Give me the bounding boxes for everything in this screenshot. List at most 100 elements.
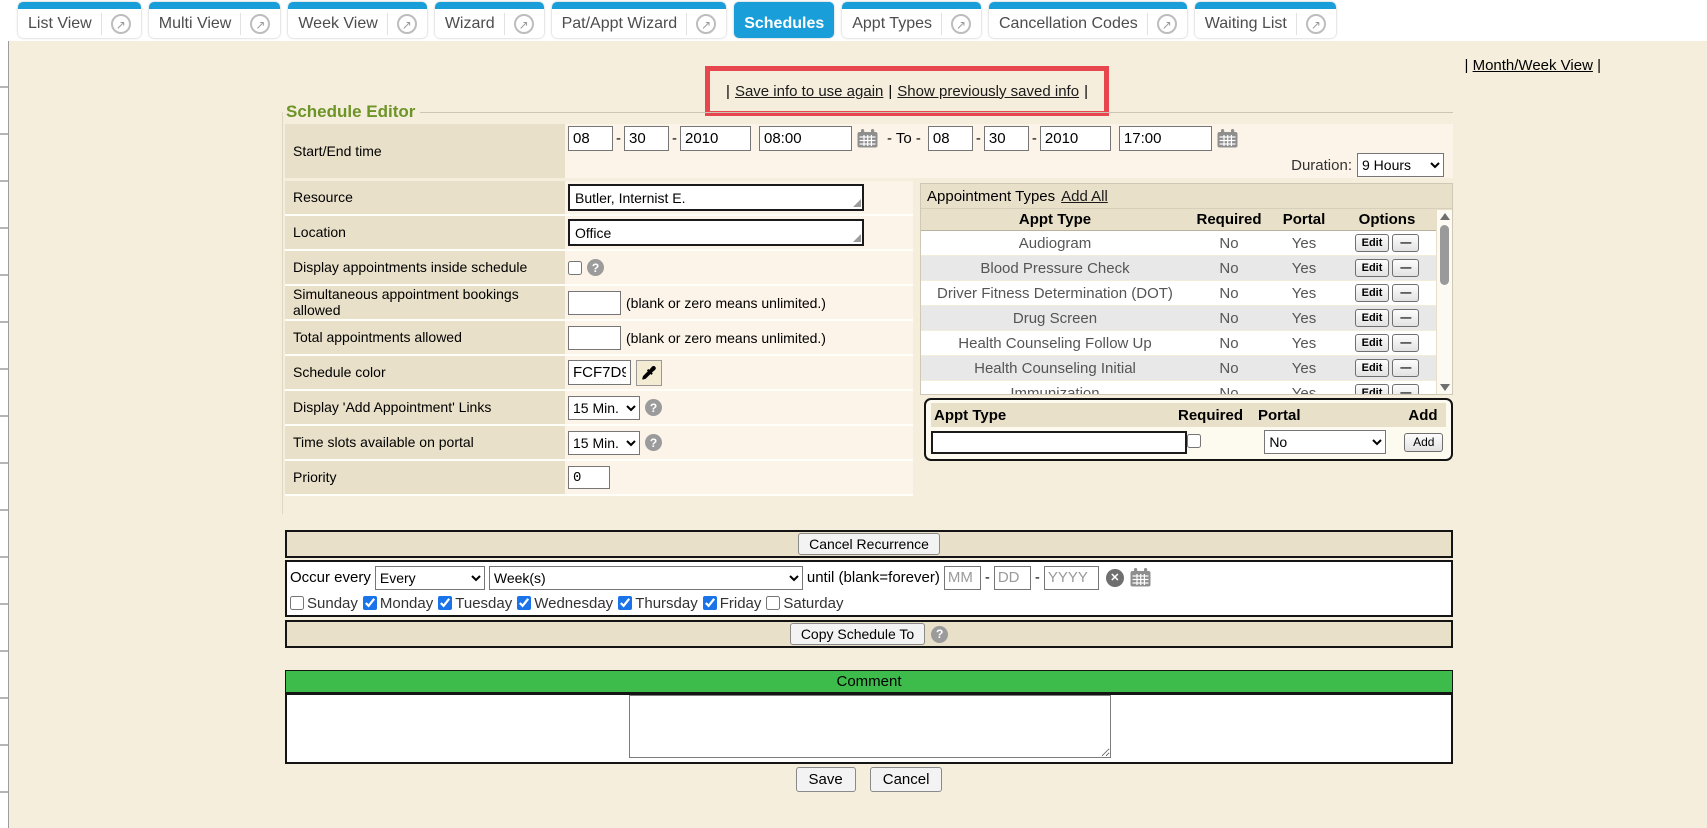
tab-waiting-list[interactable]: Waiting List ↗ xyxy=(1195,2,1336,38)
tab-list-view[interactable]: List View ↗ xyxy=(18,2,141,38)
remove-button[interactable]: — xyxy=(1392,359,1419,377)
tab-week-view[interactable]: Week View ↗ xyxy=(288,2,426,38)
until-calendar-button[interactable] xyxy=(1128,568,1153,587)
weekday-checkbox[interactable] xyxy=(766,596,780,610)
start-calendar-button[interactable] xyxy=(855,129,880,148)
start-day-input[interactable] xyxy=(624,126,669,151)
resource-input[interactable] xyxy=(568,184,864,211)
save-button[interactable]: Save xyxy=(796,767,856,792)
tab-schedules[interactable]: Schedules ↗ xyxy=(734,2,834,38)
tab-external-icon[interactable]: ↗ xyxy=(951,14,971,34)
new-appt-portal-select[interactable]: No xyxy=(1264,430,1386,454)
end-time-input[interactable] xyxy=(1119,126,1212,151)
day-label: Monday xyxy=(380,595,433,612)
time-slots-label: Time slots available on portal xyxy=(285,426,565,459)
until-year-input[interactable] xyxy=(1044,566,1099,590)
start-year-input[interactable] xyxy=(680,126,751,151)
location-input[interactable] xyxy=(568,219,864,246)
start-month-input[interactable] xyxy=(568,126,613,151)
show-saved-info-link[interactable]: Show previously saved info xyxy=(897,83,1079,100)
occur-frequency-select[interactable]: Every xyxy=(375,566,485,590)
day-label: Tuesday xyxy=(455,595,512,612)
end-day-input[interactable] xyxy=(984,126,1029,151)
help-icon[interactable]: ? xyxy=(587,259,604,276)
month-week-view-link[interactable]: Month/Week View xyxy=(1473,57,1593,74)
until-month-input[interactable] xyxy=(944,566,981,590)
help-icon[interactable]: ? xyxy=(931,626,948,643)
edit-button[interactable]: Edit xyxy=(1355,334,1390,352)
new-appt-type-input[interactable] xyxy=(931,431,1187,454)
weekday-checkbox[interactable] xyxy=(517,596,531,610)
end-year-input[interactable] xyxy=(1040,126,1111,151)
new-appt-required-checkbox[interactable] xyxy=(1187,434,1201,448)
day-label: Sunday xyxy=(307,595,358,612)
tab-external-icon[interactable]: ↗ xyxy=(1157,14,1177,34)
until-day-input[interactable] xyxy=(994,566,1031,590)
edit-button[interactable]: Edit xyxy=(1355,234,1390,252)
total-appts-input[interactable] xyxy=(568,326,621,350)
copy-schedule-button[interactable]: Copy Schedule To xyxy=(790,623,925,645)
weekday-checkbox[interactable] xyxy=(290,596,304,610)
remove-button[interactable]: — xyxy=(1392,384,1419,395)
weekday-checkbox[interactable] xyxy=(438,596,452,610)
end-calendar-button[interactable] xyxy=(1215,129,1240,148)
display-appts-label: Display appointments inside schedule xyxy=(285,251,565,284)
scroll-up-arrow-icon[interactable] xyxy=(1440,213,1450,220)
day-label: Thursday xyxy=(635,595,698,612)
comment-textarea[interactable] xyxy=(629,695,1111,758)
tab-pat-appt-wizard[interactable]: Pat/Appt Wizard ↗ xyxy=(552,2,727,38)
schedule-color-input[interactable] xyxy=(568,360,631,385)
help-icon[interactable]: ? xyxy=(645,434,662,451)
add-appt-links-select[interactable]: 15 Min. xyxy=(568,396,640,420)
edit-button[interactable]: Edit xyxy=(1355,359,1390,377)
legend-line xyxy=(420,112,1453,113)
remove-button[interactable]: — xyxy=(1392,259,1419,277)
time-slots-select[interactable]: 15 Min. xyxy=(568,431,640,455)
tab-external-icon[interactable]: ↗ xyxy=(514,14,534,34)
cancel-recurrence-button[interactable]: Cancel Recurrence xyxy=(798,533,940,555)
end-month-input[interactable] xyxy=(928,126,973,151)
tab-external-icon[interactable]: ↗ xyxy=(250,14,270,34)
scroll-down-arrow-icon[interactable] xyxy=(1440,384,1450,391)
remove-button[interactable]: — xyxy=(1392,334,1419,352)
tab-external-icon[interactable]: ↗ xyxy=(397,14,417,34)
remove-button[interactable]: — xyxy=(1392,234,1419,252)
occur-unit-select[interactable]: Week(s) xyxy=(489,566,803,590)
display-appts-checkbox[interactable] xyxy=(568,261,582,275)
edit-button[interactable]: Edit xyxy=(1355,284,1390,302)
until-label: until (blank=forever) xyxy=(807,569,940,586)
edit-button[interactable]: Edit xyxy=(1355,259,1390,277)
edit-button[interactable]: Edit xyxy=(1355,309,1390,327)
scrollbar-thumb[interactable] xyxy=(1440,225,1449,285)
remove-button[interactable]: — xyxy=(1392,309,1419,327)
color-picker-button[interactable] xyxy=(636,360,662,386)
remove-button[interactable]: — xyxy=(1392,284,1419,302)
priority-row: Priority xyxy=(285,461,913,496)
tab-cancellation-codes[interactable]: Cancellation Codes ↗ xyxy=(989,2,1187,38)
tab-appt-types[interactable]: Appt Types ↗ xyxy=(842,2,981,38)
tab-multi-view[interactable]: Multi View ↗ xyxy=(149,2,281,38)
tab-label: Week View xyxy=(298,15,377,33)
edit-button[interactable]: Edit xyxy=(1355,384,1390,395)
weekday-checkbox[interactable] xyxy=(618,596,632,610)
save-info-link[interactable]: Save info to use again xyxy=(735,83,883,100)
tab-external-icon[interactable]: ↗ xyxy=(111,14,131,34)
duration-label: Duration: xyxy=(1291,157,1352,174)
help-icon[interactable]: ? xyxy=(645,399,662,416)
appt-scrollbar[interactable] xyxy=(1436,210,1452,394)
simultaneous-input[interactable] xyxy=(568,291,621,315)
weekday-checkbox[interactable] xyxy=(703,596,717,610)
tab-wizard[interactable]: Wizard ↗ xyxy=(435,2,544,38)
appt-type-name: Health Counseling Initial xyxy=(921,360,1189,377)
tab-external-icon[interactable]: ↗ xyxy=(696,14,716,34)
tab-external-icon[interactable]: ↗ xyxy=(1306,14,1326,34)
start-time-input[interactable] xyxy=(759,126,852,151)
duration-select[interactable]: 9 Hours xyxy=(1357,153,1444,177)
add-all-link[interactable]: Add All xyxy=(1061,188,1108,205)
appt-table-header: Appt Type Required Portal Options xyxy=(921,209,1452,231)
cancel-button[interactable]: Cancel xyxy=(870,767,943,792)
weekday-checkbox[interactable] xyxy=(363,596,377,610)
priority-input[interactable] xyxy=(568,466,610,489)
add-appt-type-button[interactable]: Add xyxy=(1404,433,1443,452)
clear-date-icon[interactable]: ✕ xyxy=(1106,569,1124,587)
